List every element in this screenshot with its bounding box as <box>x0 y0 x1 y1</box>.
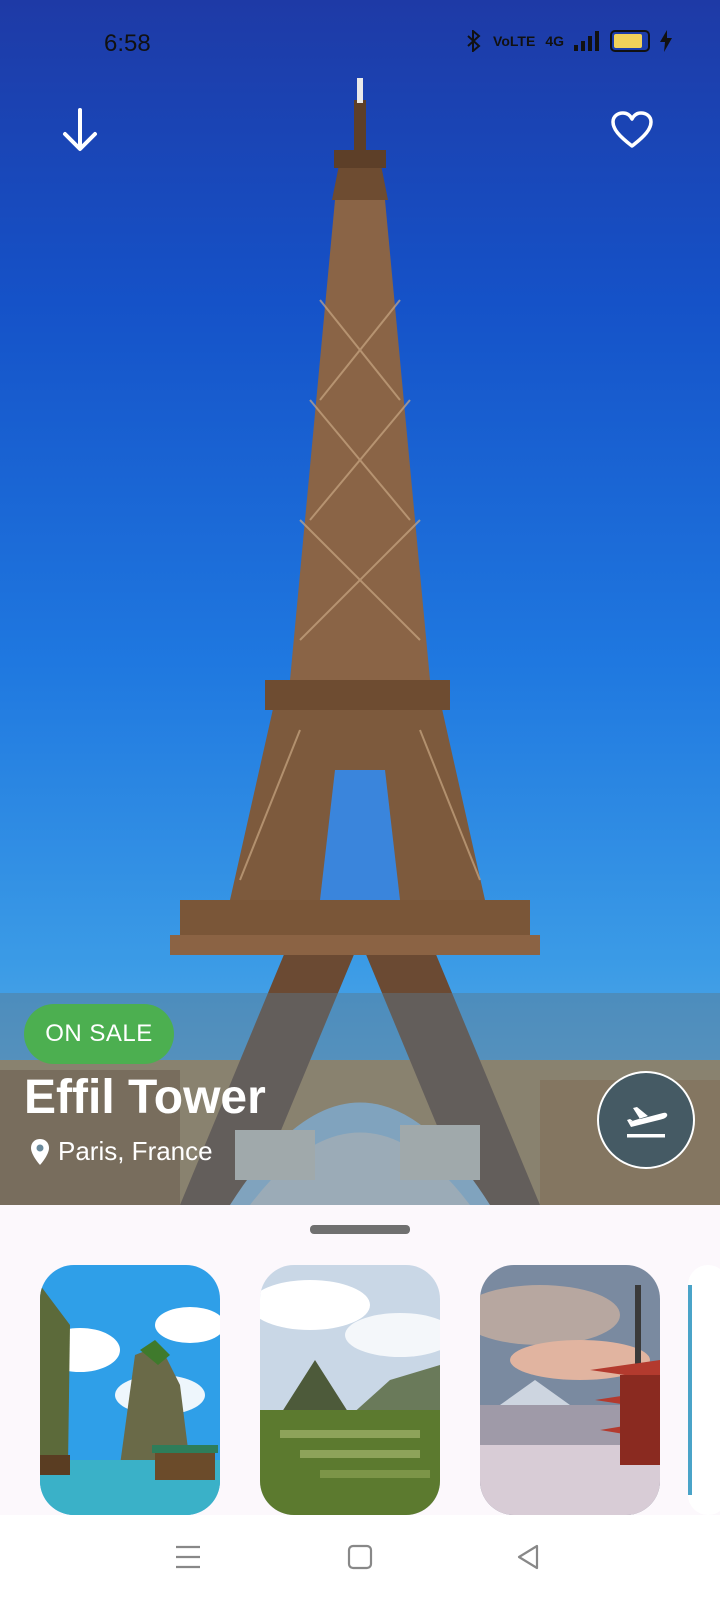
home-button[interactable] <box>340 1537 380 1577</box>
back-down-button[interactable] <box>50 100 110 160</box>
status-indicators: VoLTE 4G <box>465 30 672 52</box>
home-square-icon <box>347 1544 373 1570</box>
back-button[interactable] <box>508 1537 548 1577</box>
system-nav-bar <box>0 1515 720 1600</box>
arrow-down-icon <box>63 108 97 151</box>
destination-carousel[interactable] <box>40 1265 720 1515</box>
flight-takeoff-icon <box>627 1107 668 1138</box>
signal-icon <box>574 31 599 51</box>
heart-outline-icon <box>611 111 653 148</box>
menu-icon <box>176 1545 200 1569</box>
4g-signal-icon: 4G <box>545 33 564 49</box>
status-bar: 6:58 VoLTE 4G <box>0 0 720 90</box>
status-time: 6:58 <box>104 30 151 57</box>
book-flight-button[interactable] <box>597 1071 695 1169</box>
bottom-sheet <box>0 1205 720 1515</box>
back-triangle-icon <box>517 1544 539 1570</box>
favorite-button[interactable] <box>602 100 662 160</box>
bluetooth-icon <box>467 30 481 52</box>
ha-long-bay-thumbnail[interactable] <box>40 1265 220 1515</box>
battery-icon <box>610 30 650 52</box>
drag-handle[interactable] <box>310 1225 410 1234</box>
location-text: Paris, France <box>58 1136 213 1166</box>
place-location: Paris, France <box>30 1136 213 1167</box>
charging-icon <box>660 30 672 52</box>
menu-button[interactable] <box>168 1537 208 1577</box>
mount-fuji-pagoda-thumbnail[interactable] <box>480 1265 660 1515</box>
on-sale-badge: ON SALE <box>24 1004 174 1064</box>
volte-icon: VoLTE <box>493 33 536 49</box>
location-pin-icon <box>31 1138 49 1165</box>
machu-picchu-thumbnail[interactable] <box>260 1265 440 1515</box>
place-title: Effil Tower <box>24 1071 266 1124</box>
next-destination-thumbnail[interactable] <box>688 1265 720 1515</box>
